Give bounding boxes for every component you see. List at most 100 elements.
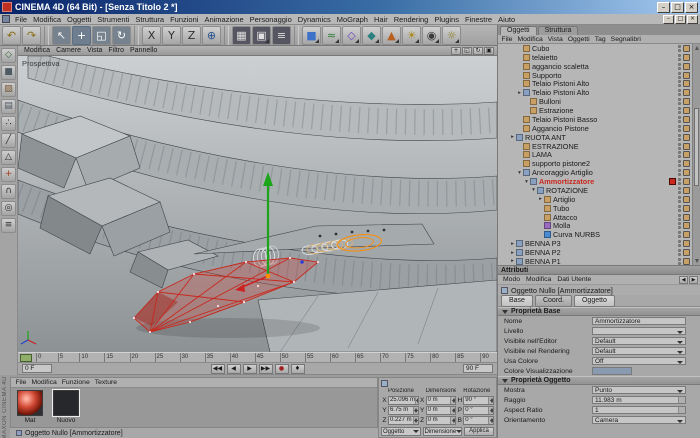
size-mode-select[interactable]: Dimensione — [423, 427, 463, 436]
menu-item[interactable]: Modifica — [30, 15, 64, 24]
make-editable-icon[interactable]: ◇ — [1, 48, 16, 63]
timeline-ruler[interactable]: 051015202530354045505560657075808590 — [18, 352, 497, 363]
expand-toggle-icon[interactable]: ▸ — [509, 134, 516, 140]
tree-row[interactable]: ▸ Artiglio — [498, 195, 700, 204]
menu-item[interactable]: Personaggio — [247, 15, 295, 24]
property-control[interactable]: Punto — [592, 386, 686, 394]
attribute-tab[interactable]: Coord. — [535, 295, 572, 307]
attribute-tab[interactable]: Oggetto — [574, 295, 615, 307]
visibility-dots[interactable] — [678, 116, 681, 123]
tree-row[interactable]: Supporto — [498, 71, 700, 80]
timeline-marker[interactable] — [20, 354, 32, 362]
phong-tag-icon[interactable] — [683, 143, 690, 150]
phong-tag-icon[interactable] — [683, 45, 690, 52]
phong-tag-icon[interactable] — [683, 89, 690, 96]
tree-row[interactable]: ▾ ROTAZIONE — [498, 186, 700, 195]
phong-tag-icon[interactable] — [683, 178, 690, 185]
menu-item[interactable]: File — [12, 15, 30, 24]
expand-toggle-icon[interactable]: ▾ — [523, 179, 530, 185]
visibility-dots[interactable] — [678, 80, 681, 87]
property-control[interactable]: Camera — [592, 416, 686, 424]
object-origin-dot[interactable] — [266, 274, 271, 279]
visibility-dots[interactable] — [678, 214, 681, 221]
visibility-dots[interactable] — [678, 187, 681, 194]
tree-row[interactable]: LAMA — [498, 151, 700, 160]
attribute-menu-item[interactable]: Modo — [500, 276, 523, 283]
add-camera-icon[interactable]: ◉ — [422, 26, 441, 45]
workplane-mode-icon[interactable]: ▤ — [1, 99, 16, 114]
visibility-dots[interactable] — [678, 169, 681, 176]
position-field[interactable]: 0.227 m — [388, 416, 419, 425]
autokey-button[interactable]: ♦ — [291, 364, 305, 374]
property-control[interactable]: Off — [592, 357, 686, 365]
phong-tag-icon[interactable] — [683, 54, 690, 61]
phong-tag-icon[interactable] — [683, 160, 690, 167]
tree-row[interactable]: ▸ RUOTA ANT — [498, 133, 700, 142]
rotation-field[interactable]: 0 ° — [463, 416, 494, 425]
phong-tag-icon[interactable] — [683, 249, 690, 256]
lock-workplane-icon[interactable]: ◎ — [1, 201, 16, 216]
menu-item[interactable]: Aiuto — [495, 15, 518, 24]
visibility-dots[interactable] — [678, 143, 681, 150]
tree-row[interactable]: Bulloni — [498, 97, 700, 106]
visibility-dots[interactable] — [678, 45, 681, 52]
toggle-view-button[interactable]: ▣ — [484, 47, 494, 55]
zoom-view-button[interactable]: ◱ — [462, 47, 472, 55]
visibility-dots[interactable] — [678, 72, 681, 79]
history-forward-button[interactable]: ▶ — [689, 276, 698, 284]
object-manager-menu-item[interactable]: Modifica — [515, 36, 545, 43]
prev-frame-button[interactable]: ◀ — [227, 364, 241, 374]
menu-item[interactable]: Hair — [371, 15, 391, 24]
menu-item[interactable]: MoGraph — [334, 15, 371, 24]
tree-row[interactable]: ▸ BENNA P2 — [498, 248, 700, 257]
phong-tag-icon[interactable] — [683, 169, 690, 176]
tree-scrollbar[interactable] — [692, 44, 700, 265]
phong-tag-icon[interactable] — [683, 116, 690, 123]
close-button[interactable]: × — [687, 15, 698, 24]
visibility-dots[interactable] — [678, 196, 681, 203]
add-nurbs-icon[interactable]: ◇ — [342, 26, 361, 45]
expand-toggle-icon[interactable]: ▾ — [530, 187, 537, 193]
object-manager-tab[interactable]: Struttura — [538, 26, 579, 35]
coordinate-system-icon[interactable]: ⊕ — [202, 26, 221, 45]
toolbar-button[interactable] — [294, 26, 299, 45]
tree-row[interactable]: telaietto — [498, 53, 700, 62]
visibility-dots[interactable] — [678, 107, 681, 114]
property-control[interactable]: Default — [592, 347, 686, 355]
end-frame-field[interactable]: 90 F — [463, 364, 493, 373]
rotate-view-button[interactable]: ↻ — [473, 47, 483, 55]
restore-button[interactable]: □ — [671, 2, 684, 13]
visibility-dots[interactable] — [678, 231, 681, 238]
goto-start-button[interactable]: ◀◀ — [211, 364, 225, 374]
phong-tag-icon[interactable] — [683, 80, 690, 87]
object-manager-menu-item[interactable]: File — [499, 36, 515, 43]
layer-manager-icon[interactable]: ≡ — [1, 218, 16, 233]
object-manager-menu-item[interactable]: Oggetti — [565, 36, 592, 43]
visibility-dots[interactable] — [678, 125, 681, 132]
pan-view-button[interactable]: + — [451, 47, 461, 55]
viewport-canvas[interactable]: Prospettiva — [18, 56, 497, 352]
tree-row[interactable]: ▸ BENNA P1 — [498, 257, 700, 266]
tree-row[interactable]: Curva NURBS — [498, 230, 700, 239]
redo-icon[interactable]: ↷ — [22, 26, 41, 45]
rotation-field[interactable]: 0 ° — [463, 406, 494, 415]
add-modeling-icon[interactable]: ◆ — [362, 26, 381, 45]
menu-item[interactable]: Finestre — [462, 15, 495, 24]
toolbar-button[interactable] — [44, 26, 49, 45]
axis-mode-icon[interactable]: + — [1, 167, 16, 182]
tree-row[interactable]: ▾ Ancoraggio Artiglio — [498, 168, 700, 177]
phong-tag-icon[interactable] — [683, 205, 690, 212]
edges-mode-icon[interactable]: ╱ — [1, 133, 16, 148]
render-to-picture-icon[interactable]: ▣ — [252, 26, 271, 45]
play-button[interactable]: ▶ — [243, 364, 257, 374]
material-menu-item[interactable]: Modifica — [29, 379, 59, 386]
coord-system-select[interactable]: Oggetto — [381, 427, 421, 436]
viewport-menu-item[interactable]: Vista — [84, 47, 105, 54]
menu-item[interactable]: Plugins — [431, 15, 462, 24]
lock-z-axis-button[interactable]: Z — [182, 26, 201, 45]
tree-row[interactable]: Telaio Pistoni Alto — [498, 80, 700, 89]
undo-icon[interactable]: ↶ — [2, 26, 21, 45]
menu-item[interactable]: Funzioni — [167, 15, 201, 24]
menu-item[interactable]: Oggetti — [64, 15, 94, 24]
viewport-menu-item[interactable]: Pannello — [127, 47, 160, 54]
